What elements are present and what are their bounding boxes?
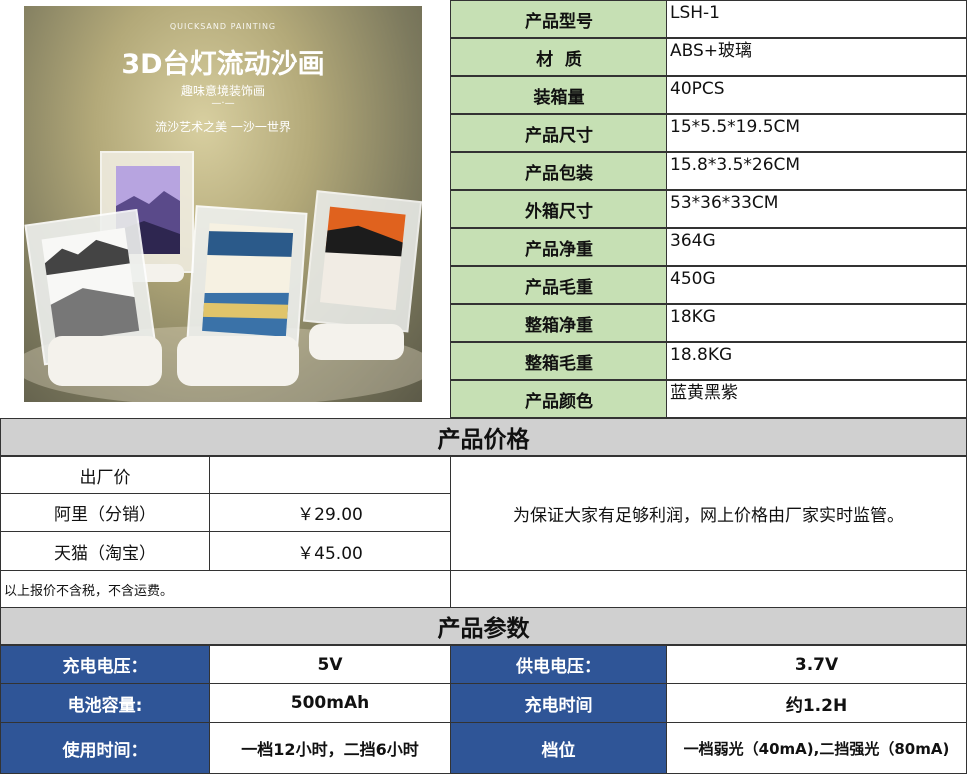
spec-row: 产品颜色 蓝黄黑紫 [450,380,967,418]
spec-label: 材 质 [450,38,667,76]
param-label: 供电电压： [450,645,667,684]
spec-row: 整箱毛重 18.8KG [450,342,967,380]
param-value: 5V [209,645,451,684]
price-label-factory: 出厂价 [0,456,210,494]
spec-row: 整箱净重 18KG [450,304,967,342]
spec-label: 整箱净重 [450,304,667,342]
spec-value: 364G [666,228,967,266]
param-label: 充电电压： [0,645,210,684]
spec-value: LSH-1 [666,0,967,38]
param-value: 500mAh [209,683,451,723]
param-value: 约1.2H [666,683,967,723]
param-value: 一档12小时，二挡6小时 [209,722,451,774]
spec-value: 15.8*3.5*26CM [666,152,967,190]
price-label-tmall: 天猫（淘宝） [0,531,210,571]
price-section-title: 产品价格 [0,418,967,456]
param-value: 3.7V [666,645,967,684]
spec-row: 产品包装 15.8*3.5*26CM [450,152,967,190]
spec-label: 产品净重 [450,228,667,266]
spec-value: 18.8KG [666,342,967,380]
param-value: 一档弱光（40mA),二挡强光（80mA) [666,722,967,774]
sand-frames-illustration [24,151,422,402]
spec-value: 40PCS [666,76,967,114]
param-label: 充电时间 [450,683,667,723]
spec-value: 18KG [666,304,967,342]
spec-label: 整箱毛重 [450,342,667,380]
price-footnote: 以上报价不含税，不含运费。 [0,570,451,608]
param-section-title: 产品参数 [0,607,967,645]
price-value-factory [209,456,451,494]
price-label-ali: 阿里（分销） [0,493,210,532]
price-note: 为保证大家有足够利润，网上价格由厂家实时监管。 [450,456,967,571]
price-value-ali: ￥29.00 [209,493,451,532]
param-label: 电池容量: [0,683,210,723]
param-label: 档位 [450,722,667,774]
param-label: 使用时间： [0,722,210,774]
price-value-tmall: ￥45.00 [209,531,451,571]
spec-value: 蓝黄黑紫 [666,380,967,418]
spec-row: 装箱量 40PCS [450,76,967,114]
price-footnote-blank [450,570,967,608]
spec-label: 产品毛重 [450,266,667,304]
spec-value: ABS+玻璃 [666,38,967,76]
spec-row: 外箱尺寸 53*36*33CM [450,190,967,228]
spec-label: 外箱尺寸 [450,190,667,228]
spec-row: 产品净重 364G [450,228,967,266]
spec-label: 产品尺寸 [450,114,667,152]
spec-row: 产品毛重 450G [450,266,967,304]
spec-value: 53*36*33CM [666,190,967,228]
spec-row: 材 质 ABS+玻璃 [450,38,967,76]
spec-label: 产品颜色 [450,380,667,418]
spec-value: 15*5.5*19.5CM [666,114,967,152]
spec-label: 产品包装 [450,152,667,190]
spec-value: 450G [666,266,967,304]
product-photo: QUICKSAND PAINTING 3D台灯流动沙画 趣味意境装饰画 —·— … [24,6,422,402]
spec-row: 产品尺寸 15*5.5*19.5CM [450,114,967,152]
spec-label: 装箱量 [450,76,667,114]
spec-label: 产品型号 [450,0,667,38]
spec-row: 产品型号 LSH-1 [450,0,967,38]
